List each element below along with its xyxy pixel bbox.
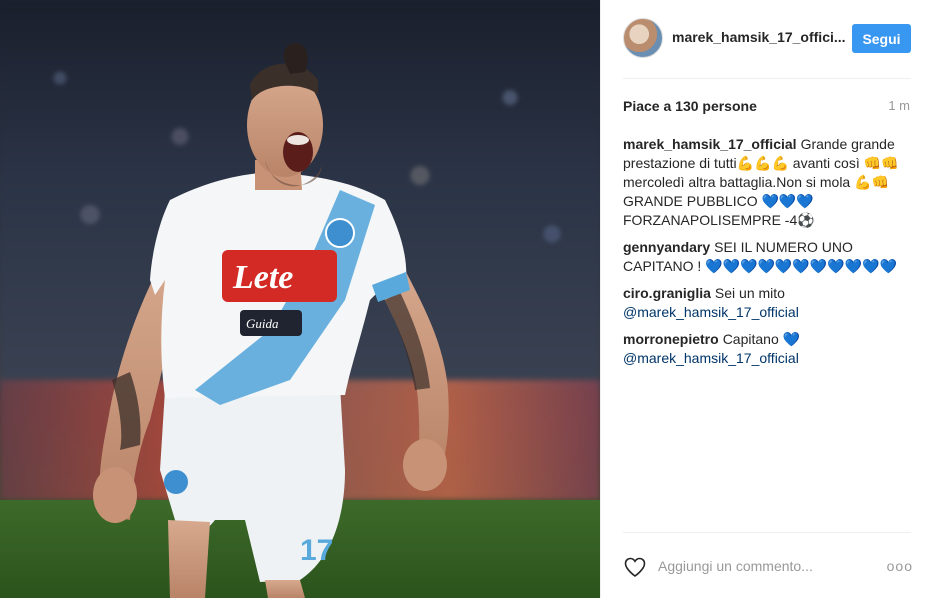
follow-button[interactable]: Segui (852, 24, 911, 53)
post-side-panel: marek_hamsik_17_offici... Segui Piace a … (600, 0, 927, 598)
comment-username[interactable]: ciro.graniglia (623, 285, 711, 301)
comment-list: marek_hamsik_17_official Grande grande pr… (623, 135, 913, 376)
comment-mention[interactable]: @marek_hamsik_17_official (623, 350, 799, 366)
comment-input[interactable]: Aggiungi un commento... (658, 558, 813, 574)
jersey-sponsor: Lete (232, 259, 293, 296)
post-viewer: 17 Lete Guida marek_hamsik_17_offici... … (0, 0, 927, 598)
post-photo[interactable]: 17 Lete Guida (0, 0, 600, 598)
comment-username[interactable]: morronepietro (623, 331, 719, 347)
comment-text: Capitano 💙 (722, 331, 801, 347)
comment-item: marek_hamsik_17_official Grande grande pr… (623, 135, 913, 230)
comment-item: gennyandary SEI IL NUMERO UNO CAPITANO ! … (623, 238, 913, 276)
post-username[interactable]: marek_hamsik_17_offici... (672, 29, 846, 45)
avatar[interactable] (623, 18, 663, 58)
timestamp[interactable]: 1 m (888, 98, 910, 113)
player-illustration: 17 Lete Guida (93, 43, 449, 598)
heart-icon[interactable] (623, 555, 647, 579)
jersey-signature: Guida (246, 316, 279, 331)
svg-text:17: 17 (300, 534, 333, 567)
post-header: marek_hamsik_17_offici... Segui (601, 0, 927, 78)
divider (623, 78, 911, 79)
comment-username[interactable]: marek_hamsik_17_official (623, 136, 797, 152)
comment-item: morronepietro Capitano 💙 @marek_hamsik_17… (623, 330, 913, 368)
comment-username[interactable]: gennyandary (623, 239, 710, 255)
comment-mention[interactable]: @marek_hamsik_17_official (623, 304, 799, 320)
like-count[interactable]: Piace a 130 persone (623, 98, 757, 114)
divider (623, 532, 911, 533)
comment-item: ciro.graniglia Sei un mito @marek_hamsik_… (623, 284, 913, 322)
comment-composer: Aggiungi un commento... ooo (623, 555, 913, 579)
comment-text: Sei un mito (714, 285, 785, 301)
more-options-icon[interactable]: ooo (887, 558, 913, 574)
